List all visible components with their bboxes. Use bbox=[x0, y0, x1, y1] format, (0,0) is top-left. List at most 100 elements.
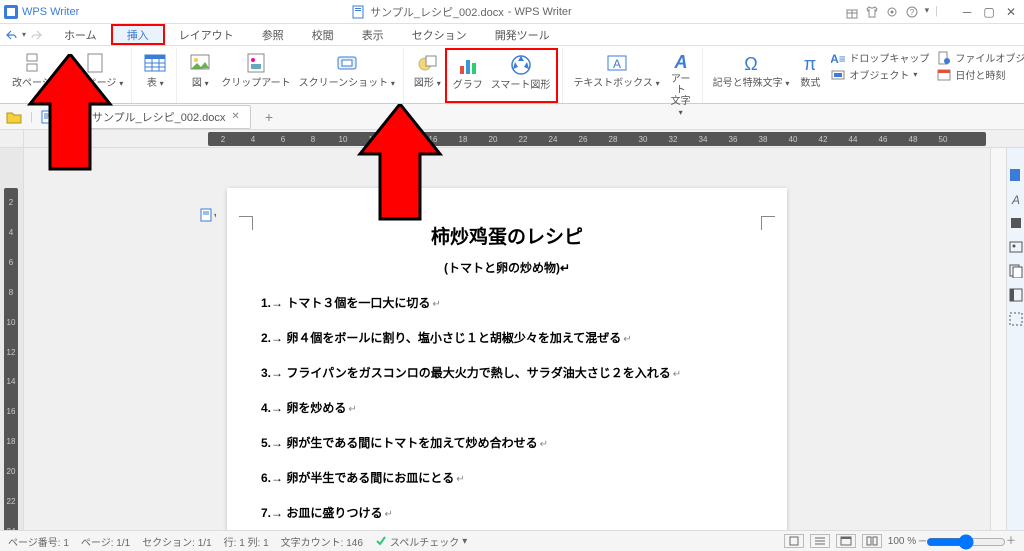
status-wordcount[interactable]: 文字カウント: 146 bbox=[281, 534, 363, 549]
app-logo-icon bbox=[4, 5, 18, 19]
status-rowcol: 行: 1 列: 1 bbox=[224, 534, 269, 549]
rb-screenshot[interactable]: スクリーンショット ▾ bbox=[295, 48, 399, 103]
zoom-slider[interactable] bbox=[926, 534, 1006, 550]
sp-clipboard-icon[interactable] bbox=[1009, 216, 1023, 230]
rb-textbox[interactable]: A テキストボックス ▾ bbox=[569, 48, 663, 103]
highlight-smartart: グラフ スマート図形 bbox=[445, 48, 559, 103]
svg-text:A: A bbox=[613, 57, 621, 71]
rb-pagebreak[interactable]: 改ページ ▾ bbox=[8, 48, 63, 103]
scrollbar-vertical[interactable] bbox=[990, 148, 1006, 546]
rb-image[interactable]: 図 ▾ bbox=[183, 48, 217, 103]
clipart-icon bbox=[245, 52, 267, 74]
rb-chart[interactable]: グラフ bbox=[449, 50, 487, 101]
rb-wordart[interactable]: A アート 文字 ▾ bbox=[664, 48, 698, 103]
rb-smartart[interactable]: スマート図形 bbox=[487, 50, 555, 101]
doc-subtitle: (トマトと卵の炒め物)↵ bbox=[247, 259, 767, 276]
shape-icon bbox=[416, 52, 438, 74]
undo-drop-icon[interactable]: ▾ bbox=[22, 30, 26, 39]
omega-icon: Ω bbox=[740, 52, 762, 74]
svg-text:π: π bbox=[804, 54, 816, 74]
tab-section[interactable]: セクション bbox=[398, 24, 481, 45]
fileobject-icon bbox=[937, 51, 951, 65]
undo-icon[interactable] bbox=[4, 28, 18, 42]
zoom-control[interactable]: 100 % ─＋ bbox=[888, 532, 1016, 549]
screenshot-icon bbox=[336, 52, 358, 74]
maximize-button[interactable]: ▢ bbox=[980, 4, 998, 20]
tab-home[interactable]: ホーム bbox=[50, 24, 111, 45]
gift-icon[interactable] bbox=[845, 5, 859, 19]
rb-blankpage[interactable]: 空白ページ ▾ bbox=[63, 48, 128, 103]
svg-text:?: ? bbox=[909, 8, 914, 17]
blankpage-icon bbox=[84, 52, 106, 74]
sp-doc-icon[interactable] bbox=[1009, 168, 1023, 182]
pagebreak-icon bbox=[24, 52, 46, 74]
page-area: ▾ 柿炒鸡蛋のレシピ (トマトと卵の炒め物)↵ トマト３個を一口大に切る卵４個を… bbox=[24, 148, 990, 546]
close-button[interactable]: ✕ bbox=[1002, 4, 1020, 20]
shirt-icon[interactable] bbox=[865, 5, 879, 19]
table-icon bbox=[143, 51, 167, 75]
new-tab-button[interactable]: + bbox=[259, 109, 279, 125]
sp-image-icon[interactable] bbox=[1009, 240, 1023, 254]
rb-table[interactable]: 表 ▾ bbox=[138, 48, 172, 103]
tab-insert[interactable]: 挿入 bbox=[111, 24, 165, 45]
view-web-button[interactable] bbox=[836, 534, 856, 548]
menu-bar: ▾ ホーム 挿入 レイアウト 参照 校閲 表示 セクション 開発ツール bbox=[0, 24, 1024, 46]
doclist-icon[interactable] bbox=[41, 110, 55, 124]
view-outline-button[interactable] bbox=[810, 534, 830, 548]
title-bar: WPS Writer サンプル_レシピ_002.docx - WPS Write… bbox=[0, 0, 1024, 24]
doc-tab[interactable]: サンプル_レシピ_002.docx ✕ bbox=[63, 105, 251, 129]
tab-review[interactable]: 校閲 bbox=[298, 24, 348, 45]
redo-icon[interactable] bbox=[30, 28, 44, 42]
sp-copy-icon[interactable] bbox=[1009, 264, 1023, 278]
ruler-vertical: 24681012141618202224 bbox=[0, 148, 24, 546]
document-page[interactable]: 柿炒鸡蛋のレシピ (トマトと卵の炒め物)↵ トマト３個を一口大に切る卵４個をボー… bbox=[227, 188, 787, 546]
gear-icon[interactable] bbox=[885, 5, 899, 19]
close-tab-icon[interactable]: ✕ bbox=[231, 111, 239, 122]
minimize-button[interactable]: ─ bbox=[958, 4, 976, 20]
view-sbs-button[interactable] bbox=[862, 534, 882, 548]
title-tool-icons: ? ▾ | bbox=[845, 5, 938, 19]
rb-clipart[interactable]: クリップアート bbox=[217, 48, 294, 103]
window-title: サンプル_レシピ_002.docx - WPS Writer bbox=[79, 4, 844, 20]
rb-fileobject[interactable]: ファイルオブジェクト bbox=[937, 50, 1024, 65]
status-pagenum[interactable]: ページ番号: 1 bbox=[8, 534, 69, 549]
svg-text:▾: ▾ bbox=[214, 211, 216, 220]
list-item: 卵が生である間にトマトを加えて炒め合わせる bbox=[261, 434, 767, 451]
rb-datetime[interactable]: 日付と時刻 bbox=[937, 67, 1024, 82]
sp-font-icon[interactable]: A bbox=[1009, 192, 1023, 206]
rb-shape[interactable]: 図形 ▾ bbox=[410, 48, 445, 103]
tab-ref[interactable]: 参照 bbox=[248, 24, 298, 45]
side-panel: A bbox=[1006, 148, 1024, 546]
doc-side-icon[interactable]: ▾ bbox=[200, 208, 216, 224]
rb-symbols[interactable]: Ω 記号と特殊文字 ▾ bbox=[709, 48, 794, 103]
rb-equation[interactable]: π 数式 bbox=[793, 48, 827, 103]
tab-devtool[interactable]: 開発ツール bbox=[481, 24, 564, 45]
list-item: フライパンをガスコンロの最大火力で熱し、サラダ油大さじ２を入れる bbox=[261, 364, 767, 381]
app-brand: WPS Writer bbox=[4, 5, 79, 19]
open-folder-icon[interactable] bbox=[6, 109, 22, 125]
tab-view[interactable]: 表示 bbox=[348, 24, 398, 45]
dropdown-icon[interactable]: ▾ bbox=[925, 5, 930, 19]
list-item: トマト３個を一口大に切る bbox=[261, 294, 767, 311]
list-item: 卵を炒める bbox=[261, 399, 767, 416]
view-print-button[interactable] bbox=[784, 534, 804, 548]
margin-corner-tr bbox=[761, 216, 775, 230]
sp-nav-icon[interactable] bbox=[1009, 288, 1023, 302]
rb-object[interactable]: オブジェクト ▾ bbox=[831, 67, 929, 82]
ruler-horizontal: 2468101214161820222426283032343638404244… bbox=[0, 130, 1024, 148]
list-item: 卵４個をボールに割り、塩小さじ１と胡椒少々を加えて混ぜる bbox=[261, 329, 767, 346]
status-section: セクション: 1/1 bbox=[142, 534, 211, 549]
margin-corner-tl bbox=[239, 216, 253, 230]
rb-dropcap[interactable]: A≡ドロップキャップ bbox=[831, 50, 929, 65]
list-item: 卵が半生である間にお皿にとる bbox=[261, 469, 767, 486]
svg-text:A≡: A≡ bbox=[831, 52, 845, 65]
chart-icon bbox=[457, 54, 479, 76]
ribbon: 改ページ ▾ 空白ページ ▾ 表 ▾ 図 ▾ クリップアート スクリーンショット… bbox=[0, 46, 1024, 104]
list-item: お皿に盛りつける bbox=[261, 504, 767, 521]
sp-select-icon[interactable] bbox=[1009, 312, 1023, 326]
status-spellcheck[interactable]: スペルチェック ▾ bbox=[375, 534, 467, 549]
status-page[interactable]: ページ: 1/1 bbox=[81, 534, 130, 549]
tab-layout[interactable]: レイアウト bbox=[165, 24, 248, 45]
help-icon[interactable]: ? bbox=[905, 5, 919, 19]
textbox-icon: A bbox=[606, 52, 628, 74]
